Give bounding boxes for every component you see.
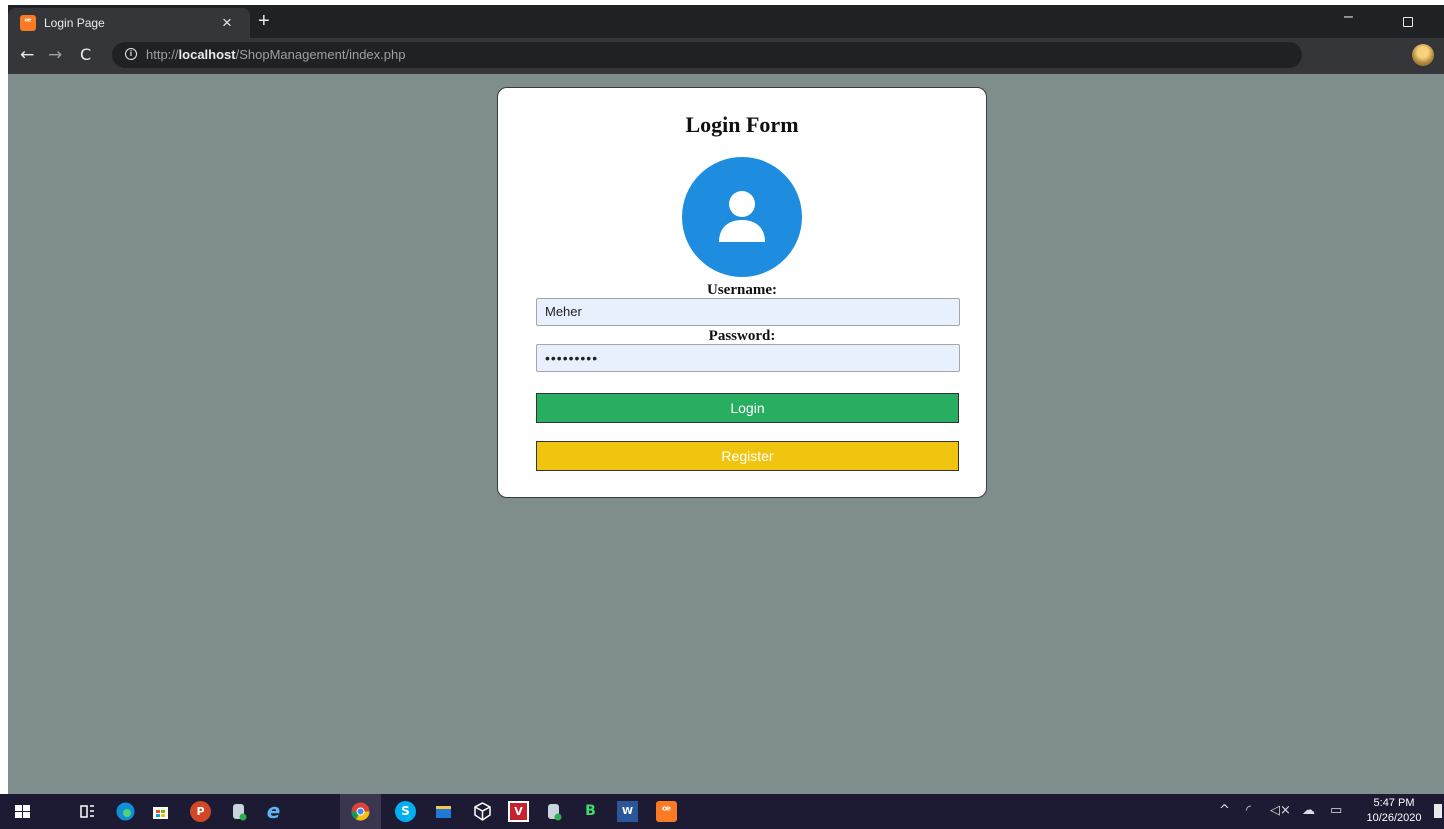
powerpoint-icon[interactable]: P: [190, 801, 211, 822]
notification-icon[interactable]: [1434, 804, 1442, 818]
volume-muted-icon[interactable]: ◁×: [1270, 803, 1291, 819]
onedrive-icon[interactable]: ☁: [1302, 803, 1315, 819]
tab-login-page[interactable]: ꟹ Login Page ×: [8, 8, 250, 38]
chrome-icon[interactable]: [350, 801, 371, 822]
browser-window: ꟹ Login Page × + – ← → C i http://localh…: [8, 5, 1444, 794]
virtualbox-icon[interactable]: [472, 801, 493, 822]
address-bar[interactable]: i http://localhost/ShopManagement/index.…: [112, 42, 1302, 68]
task-view-icon[interactable]: [77, 801, 98, 822]
forward-button[interactable]: →: [48, 45, 62, 65]
url-text[interactable]: http://localhost/ShopManagement/index.ph…: [146, 47, 405, 62]
url-path: /ShopManagement/index.php: [235, 47, 406, 62]
username-label: Username:: [707, 282, 777, 298]
page-viewport: Login Form Username: Meher Password: •••…: [8, 74, 1444, 794]
screen: ꟹ Login Page × + – ← → C i http://localh…: [0, 0, 1444, 829]
minimize-button[interactable]: –: [1344, 8, 1353, 26]
tab-strip: ꟹ Login Page × + –: [8, 5, 1444, 38]
form-title: Login Form: [685, 112, 799, 137]
clock-time[interactable]: 5:47 PM: [1364, 797, 1424, 809]
login-card: Login Form Username: Meher Password: •••…: [497, 87, 987, 498]
user-avatar-icon: [682, 157, 802, 277]
browser-toolbar: ← → C i http://localhost/ShopManagement/…: [8, 38, 1444, 74]
tray-chevron-icon[interactable]: ^: [1219, 803, 1230, 819]
database-icon[interactable]: [228, 801, 249, 822]
edge-icon[interactable]: [115, 801, 136, 822]
word-icon[interactable]: W: [617, 801, 638, 822]
url-scheme: http://: [146, 47, 179, 62]
url-host: localhost: [178, 47, 236, 62]
store-icon[interactable]: [150, 801, 171, 822]
new-tab-button[interactable]: +: [258, 11, 270, 31]
database-icon[interactable]: [543, 801, 564, 822]
file-explorer-icon[interactable]: [433, 801, 454, 822]
clock-date[interactable]: 10/26/2020: [1364, 812, 1424, 824]
back-button[interactable]: ←: [20, 45, 34, 65]
username-input[interactable]: Meher: [536, 298, 960, 326]
reload-button[interactable]: C: [80, 45, 91, 65]
wifi-icon[interactable]: ◜: [1246, 803, 1251, 819]
password-label: Password:: [708, 328, 776, 344]
restore-window-icon[interactable]: [1403, 17, 1413, 27]
profile-avatar[interactable]: [1412, 44, 1434, 66]
password-input[interactable]: •••••••••: [536, 344, 960, 372]
battery-icon[interactable]: ▭: [1330, 803, 1342, 819]
xampp-icon[interactable]: ꟹ: [656, 801, 677, 822]
taskbar: P e S V B W ꟹ ^ ◜ ◁× ☁ ▭ 5:47 PM 10/26/2…: [0, 794, 1444, 829]
bluej-icon[interactable]: B: [580, 801, 601, 822]
internet-explorer-icon[interactable]: e: [263, 801, 284, 822]
site-info-icon[interactable]: i: [125, 48, 137, 60]
login-button[interactable]: Login: [536, 393, 959, 423]
tab-title: Login Page: [44, 16, 105, 30]
register-button[interactable]: Register: [536, 441, 959, 471]
xampp-favicon-icon: ꟹ: [20, 15, 36, 31]
skype-icon[interactable]: S: [395, 801, 416, 822]
start-icon[interactable]: [12, 801, 33, 822]
tab-close-icon[interactable]: ×: [222, 13, 232, 33]
vivaldi-icon[interactable]: V: [508, 801, 529, 822]
